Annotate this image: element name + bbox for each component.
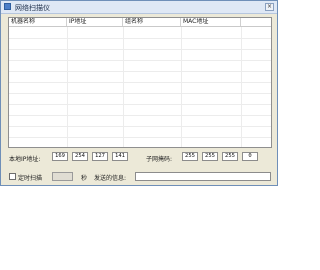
subnet-octet-1[interactable]: 255 [182, 152, 198, 161]
grid-line [9, 115, 271, 116]
grid-line [9, 38, 271, 39]
local-ip-octet-4[interactable]: 141 [112, 152, 128, 161]
local-ip-octet-2[interactable]: 254 [72, 152, 88, 161]
grid-line [181, 27, 182, 147]
timer-scan-label: 定时扫描 [18, 175, 43, 182]
column-header-machine-name[interactable]: 机器名称 [9, 18, 67, 26]
column-header-ip[interactable]: IP地址 [67, 18, 123, 26]
main-window: 网络扫描仪 × 机器名称 IP地址 组名称 MAC地址 本地IP地址: 169 … [0, 0, 278, 186]
local-ip-octet-3[interactable]: 127 [92, 152, 108, 161]
list-header: 机器名称 IP地址 组名称 MAC地址 [9, 18, 271, 27]
grid-line [9, 60, 271, 61]
results-list[interactable]: 机器名称 IP地址 组名称 MAC地址 [8, 17, 272, 148]
subnet-mask-label: 子网掩码: [146, 156, 173, 163]
send-message-label: 发送的信息: [94, 175, 127, 182]
grid-line [9, 137, 271, 138]
window-title: 网络扫描仪 [15, 4, 50, 12]
grid-line [9, 82, 271, 83]
grid-line [9, 104, 271, 105]
local-ip-label: 本地IP地址: [9, 156, 41, 163]
timer-seconds-input[interactable] [52, 172, 73, 181]
column-header-mac[interactable]: MAC地址 [181, 18, 241, 26]
seconds-unit-label: 秒 [81, 175, 88, 182]
send-message-input[interactable] [135, 172, 271, 181]
subnet-octet-4[interactable]: 0 [242, 152, 258, 161]
app-icon [4, 3, 11, 10]
title-bar: 网络扫描仪 × [1, 1, 277, 14]
grid-line [9, 126, 271, 127]
subnet-octet-2[interactable]: 255 [202, 152, 218, 161]
column-header-group[interactable]: 组名称 [123, 18, 181, 26]
grid-line [9, 49, 271, 50]
subnet-octet-3[interactable]: 255 [222, 152, 238, 161]
grid-line [241, 27, 242, 147]
grid-line [9, 93, 271, 94]
timer-scan-checkbox[interactable] [9, 173, 16, 180]
close-button[interactable]: × [265, 3, 274, 11]
grid-line [9, 71, 271, 72]
grid-line [67, 27, 68, 147]
local-ip-octet-1[interactable]: 169 [52, 152, 68, 161]
grid-line [123, 27, 124, 147]
